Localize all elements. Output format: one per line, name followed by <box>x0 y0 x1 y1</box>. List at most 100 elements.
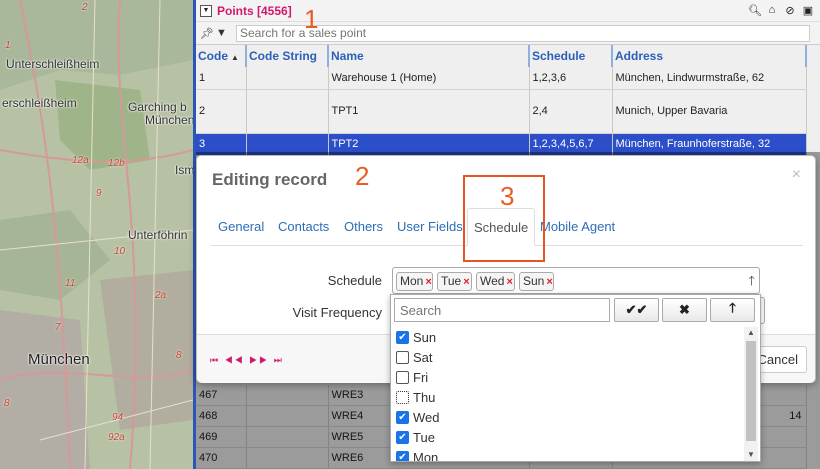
schedule-multiselect[interactable]: Mon × Tue × Wed × Sun × 🡑 <box>392 267 760 294</box>
option-thu[interactable]: Thu <box>392 387 742 407</box>
map-label: Ism <box>175 163 193 177</box>
arrow-up-icon: 🡑 <box>729 300 736 315</box>
panel-title: Points [4556] <box>217 3 292 18</box>
checkbox-icon[interactable] <box>396 350 409 364</box>
chip-sun: Sun × <box>519 272 554 291</box>
option-wed[interactable]: ✔ Wed <box>392 407 742 427</box>
collapse-button[interactable]: ▼ <box>200 4 212 17</box>
map-city-label: München <box>28 351 90 368</box>
option-tue[interactable]: ✔ Tue <box>392 427 742 447</box>
cell-address: Munich, Upper Bavaria <box>612 89 807 134</box>
map-road-label: 10 <box>114 246 126 257</box>
sales-point-search-input[interactable] <box>236 24 810 42</box>
cell-code: 2 <box>196 89 247 134</box>
map-label: Unterföhrin <box>128 228 188 242</box>
checkbox-icon[interactable] <box>396 390 409 404</box>
grid-search-row: 📌︎ ▼ <box>196 22 820 45</box>
table-row[interactable]: 1 Warehouse 1 (Home) 1,2,3,6 München, Li… <box>196 67 807 90</box>
arrow-up-icon[interactable]: 🡑 <box>748 272 755 294</box>
callout-number: 1 <box>304 4 319 34</box>
cell-code-string <box>246 67 329 90</box>
remove-chip-icon[interactable]: × <box>463 276 469 288</box>
chip-tue: Tue × <box>437 272 472 291</box>
map-road-label: 8 <box>4 398 10 409</box>
dialog-title: Editing record <box>212 170 328 189</box>
tab-user-fields[interactable]: User Fields <box>391 208 469 246</box>
checkbox-checked-icon[interactable]: ✔ <box>396 410 409 424</box>
schedule-dropdown: ✔✔ ✖ 🡑 ✔Sun Sat Fri Thu ✔Wed ✔Tue ✔Mon ▲… <box>390 294 761 462</box>
cell-code-string <box>246 89 329 134</box>
scrollbar-thumb[interactable] <box>746 341 756 441</box>
scroll-down-icon[interactable]: ▼ <box>744 449 758 461</box>
cell-code: 1 <box>196 67 247 90</box>
column-header-code-string[interactable]: Code String <box>246 45 329 67</box>
image-icon[interactable]: ▣ <box>802 4 814 17</box>
chip-mon: Mon × <box>396 272 433 291</box>
option-fri[interactable]: Fri <box>392 367 742 387</box>
block-icon[interactable]: ⊘ <box>784 4 796 17</box>
panel-toolbar: 🔍︎ ⌂ ⊘ ▣ <box>748 4 814 17</box>
column-header-address[interactable]: Address <box>612 45 807 67</box>
map-road-label: 1 <box>5 40 11 51</box>
cell-schedule: 2,4 <box>529 89 613 134</box>
checkbox-checked-icon[interactable]: ✔ <box>396 450 409 461</box>
cell-name: TPT1 <box>328 89 530 134</box>
remove-chip-icon[interactable]: × <box>425 276 431 288</box>
callout-number: 2 <box>355 161 370 191</box>
map-road-label: 2a <box>155 290 167 301</box>
select-all-button[interactable]: ✔✔ <box>614 298 659 322</box>
dropdown-scrollbar[interactable]: ▲ ▼ <box>744 327 758 461</box>
map-label: Unterschleißheim <box>6 57 100 71</box>
option-mon[interactable]: ✔ Mon <box>392 447 742 461</box>
tab-general[interactable]: General <box>212 208 270 246</box>
chip-wed: Wed × <box>476 272 515 291</box>
visit-frequency-label: Visit Frequency <box>292 305 382 320</box>
table-row[interactable]: 2 TPT1 2,4 Munich, Upper Bavaria <box>196 89 807 134</box>
home-icon[interactable]: ⌂ <box>766 4 778 17</box>
map-label: Garching b <box>128 100 187 114</box>
map-road-label: 9 <box>96 188 102 199</box>
remove-chip-icon[interactable]: × <box>546 276 552 288</box>
option-sat[interactable]: Sat <box>392 347 742 367</box>
zoom-icon[interactable]: 🔍︎ <box>748 4 762 17</box>
close-icon[interactable]: × <box>792 166 801 184</box>
map-road-label: 2 <box>82 2 88 13</box>
pager-controls[interactable]: ⏮ ◀◀ ▶▶ ⏭ <box>210 355 284 366</box>
tab-others[interactable]: Others <box>338 208 389 246</box>
map-road-label: 12a <box>72 155 89 166</box>
map-view[interactable]: Unterschleißheim erschleißheim Garching … <box>0 0 193 469</box>
tab-contacts[interactable]: Contacts <box>272 208 335 246</box>
option-sun[interactable]: ✔ Sun <box>392 327 742 347</box>
map-road-label: 11 <box>65 278 76 289</box>
filter-icon[interactable]: ▼ <box>216 27 230 39</box>
panel-header: ▼ Points [4556] 🔍︎ ⌂ ⊘ ▣ <box>196 0 820 22</box>
column-header-code[interactable]: Code ▲ <box>196 45 247 67</box>
pin-icon[interactable]: 📌︎ <box>200 27 214 40</box>
column-header-name[interactable]: Name <box>328 45 530 67</box>
map-road-label: 7 <box>55 322 61 333</box>
remove-chip-icon[interactable]: × <box>506 276 512 288</box>
cell-schedule: 1,2,3,6 <box>529 67 613 90</box>
collapse-dropdown-button[interactable]: 🡑 <box>710 298 755 322</box>
map-label: München <box>145 113 193 127</box>
checkbox-icon[interactable] <box>396 370 409 384</box>
sort-asc-icon: ▲ <box>231 53 239 62</box>
callout-number: 3 <box>500 181 515 211</box>
column-header-schedule[interactable]: Schedule <box>529 45 613 67</box>
clear-selection-button[interactable]: ✖ <box>662 298 707 322</box>
map-label: erschleißheim <box>2 96 77 110</box>
map-road-label: 92a <box>108 432 125 443</box>
tab-mobile-agent[interactable]: Mobile Agent <box>534 208 621 246</box>
map-road-label: 94 <box>112 412 124 423</box>
cell-name: Warehouse 1 (Home) <box>328 67 530 90</box>
map-road-label: 12b <box>108 158 125 169</box>
checkbox-checked-icon[interactable]: ✔ <box>396 330 409 344</box>
checkbox-checked-icon[interactable]: ✔ <box>396 430 409 444</box>
dropdown-search-input[interactable] <box>394 298 610 322</box>
scroll-up-icon[interactable]: ▲ <box>744 327 758 339</box>
map-road-label: 8 <box>176 350 182 361</box>
double-check-icon: ✔✔ <box>625 302 648 317</box>
schedule-label: Schedule <box>327 273 382 288</box>
cell-address: München, Lindwurmstraße, 62 <box>612 67 807 90</box>
close-icon: ✖ <box>679 302 690 317</box>
